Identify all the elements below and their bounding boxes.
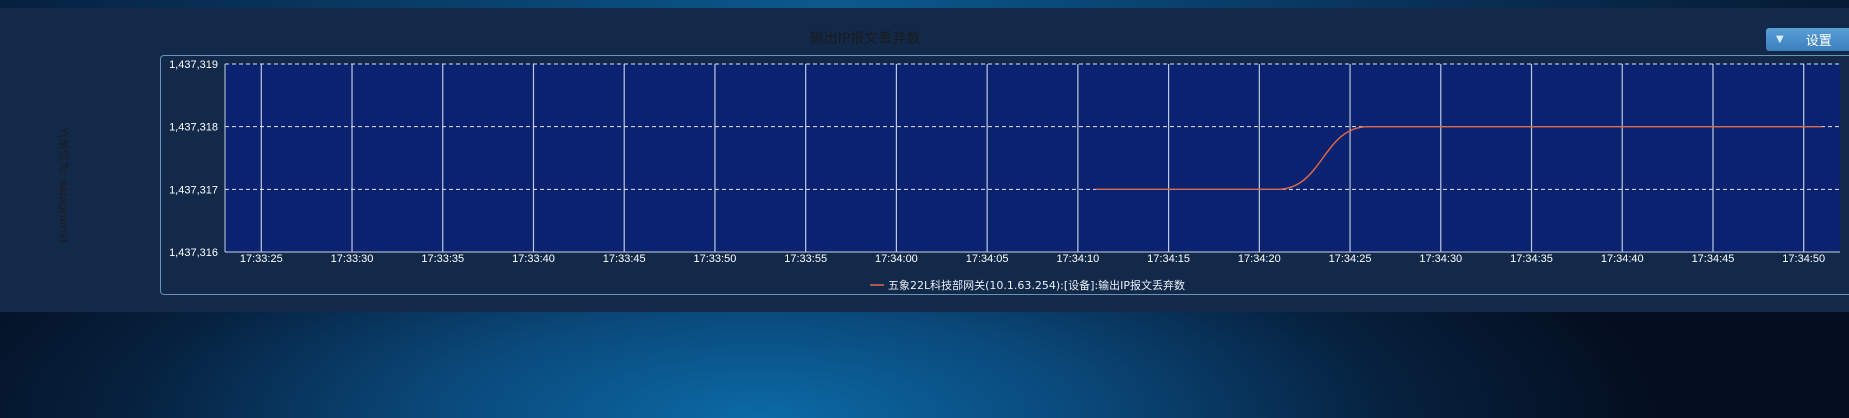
x-tick-label: 17:34:20 [1238,253,1281,265]
x-tick-label: 17:33:40 [512,253,555,265]
y-tick-label: 1,437,319 [169,59,218,71]
legend-label: 五象22L科技部网关(10.1.63.254):[设备]:输出IP报文丢弃数 [888,278,1185,292]
x-tick-label: 17:33:45 [603,253,646,265]
x-tick-label: 17:34:35 [1510,253,1553,265]
y-tick-label: 1,437,316 [169,247,218,259]
x-tick-label: 17:34:40 [1601,253,1644,265]
x-tick-label: 17:34:50 [1782,253,1825,265]
x-tick-label: 17:34:45 [1692,253,1735,265]
line-chart: 17:33:25 17:33:30 17:33:35 17:33:40 17:33:45… [169,59,1840,292]
x-tick-label: 17:34:00 [875,253,918,265]
x-tick-label: 17:34:05 [966,253,1009,265]
x-tick-label: 17:34:30 [1419,253,1462,265]
y-tick-label: 1,437,317 [169,184,218,196]
x-tick-label: 17:33:30 [331,253,374,265]
plot-area [225,64,1840,252]
x-tick-label: 17:33:55 [784,253,827,265]
x-tick-label: 17:33:25 [240,253,283,265]
x-tick-label: 17:34:15 [1147,253,1190,265]
x-tick-label: 17:34:25 [1329,253,1372,265]
x-tick-label: 17:34:10 [1056,253,1099,265]
x-tick-label: 17:33:35 [421,253,464,265]
x-tick-label: 17:33:50 [694,253,737,265]
y-tick-label: 1,437,318 [169,122,218,134]
